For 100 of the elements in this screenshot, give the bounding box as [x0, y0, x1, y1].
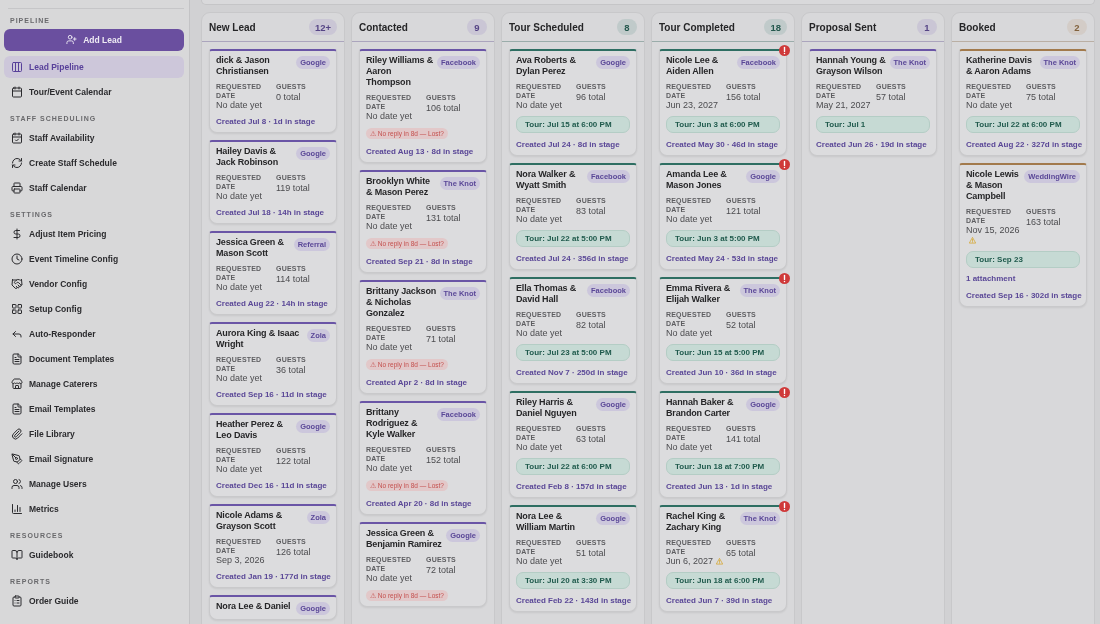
date-value: No date yet — [366, 463, 414, 473]
created-text: Created Aug 13 · 8d in stage — [366, 146, 475, 158]
sidebar-item[interactable]: Manage Caterers — [4, 372, 184, 395]
created-text: Created Jul 18 · 14h in stage — [216, 207, 326, 219]
created-text: Created Jul 8 · 1d in stage — [216, 116, 317, 128]
lead-name: Brittany Jackson & Nicholas Gonzalez — [366, 286, 437, 319]
sidebar-item[interactable]: Lead Pipeline — [4, 55, 184, 78]
guests-value: 72 total — [426, 564, 457, 575]
column-title: Tour Completed — [659, 21, 735, 33]
lead-name: Hannah Young & Grayson Wilson — [816, 55, 887, 77]
document-icon — [11, 402, 23, 415]
tour-pill: Tour: Jul 15 at 6:00 PM — [516, 116, 630, 133]
sidebar-item[interactable]: Order Guide — [4, 589, 184, 612]
pen-icon — [11, 452, 23, 465]
created-text: Created Sep 16 · 11d in stage — [216, 389, 328, 401]
guests-value: 63 total — [576, 433, 607, 444]
created-text: Created Dec 16 · 11d in stage — [216, 480, 328, 492]
date-value: No date yet — [516, 556, 564, 566]
date-value: No date yet — [516, 214, 564, 224]
sidebar-item[interactable]: Adjust Item Pricing — [4, 222, 184, 245]
sidebar-item[interactable]: Email Templates — [4, 397, 184, 420]
guests-value: 36 total — [276, 364, 307, 375]
lead-name: Nora Walker & Wyatt Smith — [516, 169, 577, 191]
lead-name: Amanda Lee & Mason Jones — [666, 169, 728, 191]
clock-icon — [11, 252, 23, 265]
guests-value: 96 total — [576, 91, 607, 102]
guests-value: 163 total — [1026, 216, 1062, 227]
sidebar-item[interactable]: Tour/Event Calendar — [4, 80, 184, 103]
tour-pill: Tour: Jul 23 at 5:00 PM — [516, 344, 630, 361]
lead-name: Jessica Green & Benjamin Ramirez — [366, 528, 443, 550]
column-title: Proposal Sent — [809, 21, 877, 33]
paperclip-icon — [11, 427, 23, 440]
lead-name: Riley Williams & Aaron Thompson — [366, 55, 434, 88]
bar-chart-icon — [11, 502, 23, 515]
date-value: Jun 6, 2027 — [666, 556, 726, 566]
date-value: No date yet — [216, 191, 264, 201]
created-text: Created Aug 22 · 327d in stage — [966, 139, 1080, 151]
sidebar-item[interactable]: Manage Users — [4, 472, 184, 495]
lead-name: Aurora King & Isaac Wright — [216, 328, 301, 350]
created-text: Created Feb 22 · 143d in stage — [516, 595, 630, 607]
created-text: Created Aug 22 · 14h in stage — [216, 298, 329, 310]
sidebar-item[interactable]: Guidebook — [4, 543, 184, 566]
date-value: No date yet — [366, 111, 414, 121]
sidebar-item[interactable]: Metrics — [4, 497, 184, 520]
guests-value: 106 total — [426, 102, 462, 113]
sidebar-item[interactable]: Vendor Config — [4, 272, 184, 295]
date-value: No date yet — [216, 100, 264, 110]
sidebar-item[interactable]: Setup Config — [4, 297, 184, 320]
guests-value: 82 total — [576, 319, 607, 330]
calendar-icon — [11, 85, 23, 98]
date-value: Sep 3, 2026 — [216, 555, 266, 565]
date-value: No date yet — [366, 221, 414, 231]
tour-pill: Tour: Jun 18 at 6:00 PM — [666, 572, 780, 589]
count-badge: 8 — [617, 19, 637, 35]
lead-name: Katherine Davis & Aaron Adams — [966, 55, 1033, 77]
sidebar-item[interactable]: Document Templates — [4, 347, 184, 370]
lead-name: Riley Harris & Daniel Nguyen — [516, 397, 578, 419]
column-title: Contacted — [359, 21, 408, 33]
created-text: Created Feb 8 · 157d in stage — [516, 481, 628, 493]
columns-icon — [11, 60, 23, 73]
clipboard-icon — [11, 594, 23, 607]
lead-name: Nicole Adams & Grayson Scott — [216, 510, 284, 532]
created-text: Created Jun 26 · 19d in stage — [816, 139, 928, 151]
count-badge: 2 — [1067, 19, 1087, 35]
created-text: Created Jan 19 · 177d in stage — [216, 571, 330, 583]
lead-name: Brittany Rodriguez & Kyle Walker — [366, 407, 419, 440]
sidebar-item[interactable]: Staff Calendar — [4, 176, 184, 199]
date-value: No date yet — [966, 100, 1014, 110]
sidebar-item[interactable]: Event Timeline Config — [4, 247, 184, 270]
sidebar-item[interactable]: Create Staff Schedule — [4, 151, 184, 174]
tour-pill: Tour: Jun 15 at 5:00 PM — [666, 344, 780, 361]
guests-value: 156 total — [726, 91, 762, 102]
tour-pill: Tour: Jul 1 — [816, 116, 930, 133]
grid-icon — [11, 302, 23, 315]
handshake-icon — [11, 277, 23, 290]
sidebar-item[interactable]: Email Signature — [4, 447, 184, 470]
created-text: Created Apr 2 · 8d in stage — [366, 377, 469, 389]
created-text: Created Sep 16 · 302d in stage — [966, 290, 1080, 302]
guests-value: 152 total — [426, 454, 462, 465]
guests-value: 0 total — [276, 91, 302, 102]
guests-value: 52 total — [726, 319, 757, 330]
store-icon — [11, 377, 23, 390]
created-text: Created Jun 10 · 36d in stage — [666, 367, 778, 379]
created-text: Created May 30 · 46d in stage — [666, 139, 780, 151]
lead-name: Rachel King & Zachary King — [666, 511, 727, 533]
sidebar-item[interactable]: File Library — [4, 422, 184, 445]
dollar-sign-icon — [11, 227, 23, 240]
add-lead-button[interactable]: Add Lead — [4, 28, 184, 51]
guests-value: 71 total — [426, 333, 457, 344]
tour-pill: Tour: Jun 3 at 6:00 PM — [666, 116, 780, 133]
lead-name: Hannah Baker & Brandon Carter — [666, 397, 735, 419]
lead-name: Nora Lee & Daniel — [216, 601, 292, 612]
created-text: Created Nov 7 · 250d in stage — [516, 367, 629, 379]
date-value: No date yet — [516, 442, 564, 452]
sidebar-item[interactable]: Staff Availability — [4, 126, 184, 149]
tour-pill: Tour: Jun 3 at 5:00 PM — [666, 230, 780, 247]
attachment-link[interactable]: 1 attachment — [966, 274, 1080, 284]
date-value: No date yet — [666, 328, 714, 338]
lead-name: Heather Perez & Leo Davis — [216, 419, 284, 441]
sidebar-item[interactable]: Auto-Responder — [4, 322, 184, 345]
